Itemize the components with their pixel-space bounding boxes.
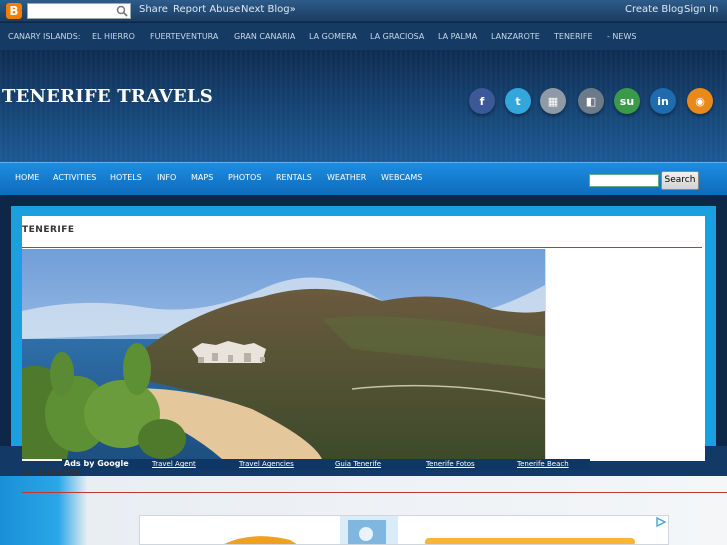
- site-search-input[interactable]: [589, 174, 659, 187]
- island-link-la-palma[interactable]: LA PALMA: [438, 32, 477, 41]
- islands-label: CANARY ISLANDS:: [8, 32, 81, 41]
- nav-maps[interactable]: MAPS: [191, 173, 213, 182]
- banner-ad[interactable]: [139, 515, 669, 545]
- search-icon[interactable]: [116, 5, 128, 17]
- ads-bar: Ads by Google Travel Agent Travel Agenci…: [62, 459, 590, 470]
- ads-by-google-label[interactable]: Ads by Google: [64, 459, 129, 468]
- island-link-fuerteventura[interactable]: FUERTEVENTURA: [150, 32, 218, 41]
- nav-weather[interactable]: WEATHER: [327, 173, 366, 182]
- blogger-logo-icon[interactable]: B: [6, 3, 22, 19]
- ad-link-travel-agent[interactable]: Travel Agent: [152, 460, 196, 468]
- ad-link-travel-agencies[interactable]: Travel Agencies: [239, 460, 294, 468]
- ad-link-tenerife-beach[interactable]: Tenerife Beach: [517, 460, 569, 468]
- title-divider-2: [22, 492, 727, 493]
- next-blog-link[interactable]: Next Blog»: [241, 4, 296, 15]
- main-nav: HOME ACTIVITIES HOTELS INFO MAPS PHOTOS …: [0, 162, 727, 195]
- island-link-gran-canaria[interactable]: GRAN CANARIA: [234, 32, 295, 41]
- island-link-lanzarote[interactable]: LANZAROTE: [491, 32, 540, 41]
- title-divider: [22, 247, 702, 248]
- island-link-la-gomera[interactable]: LA GOMERA: [309, 32, 357, 41]
- nav-activities[interactable]: ACTIVITIES: [53, 173, 96, 182]
- stumbleupon-icon[interactable]: su: [614, 88, 640, 114]
- islands-nav: CANARY ISLANDS: EL HIERRO FUERTEVENTURA …: [0, 23, 727, 50]
- nav-rentals[interactable]: RENTALS: [276, 173, 312, 182]
- island-link-la-graciosa[interactable]: LA GRACIOSA: [370, 32, 424, 41]
- site-title[interactable]: TENERIFE TRAVELS: [2, 86, 213, 107]
- post-title[interactable]: TENERIFE: [22, 225, 75, 235]
- report-abuse-link[interactable]: Report Abuse: [173, 4, 240, 15]
- search-button[interactable]: Search: [661, 171, 699, 190]
- island-link-tenerife[interactable]: TENERIFE: [554, 32, 593, 41]
- blog-search-input[interactable]: [27, 3, 131, 19]
- adchoices-icon[interactable]: [656, 517, 666, 527]
- sidebar-area: [545, 249, 702, 459]
- landscape-image: [22, 249, 545, 459]
- blogger-navbar: B Share Report Abuse Next Blog» Create B…: [0, 0, 727, 22]
- linkedin-icon[interactable]: in: [650, 88, 676, 114]
- facebook-icon[interactable]: f: [469, 88, 495, 114]
- ad-link-tenerife-fotos[interactable]: Tenerife Fotos: [426, 460, 475, 468]
- create-blog-link[interactable]: Create Blog: [625, 4, 684, 15]
- island-link-el-hierro[interactable]: EL HIERRO: [92, 32, 135, 41]
- banner-ad-graphic: [224, 516, 635, 544]
- island-link-news[interactable]: - NEWS: [607, 32, 636, 41]
- nav-photos[interactable]: PHOTOS: [228, 173, 261, 182]
- nav-home[interactable]: HOME: [15, 173, 39, 182]
- delicious-icon[interactable]: ◧: [578, 88, 604, 114]
- nav-webcams[interactable]: WEBCAMS: [381, 173, 422, 182]
- tenerife-photo[interactable]: [22, 249, 545, 459]
- share-link[interactable]: Share: [139, 4, 168, 15]
- ad-link-guia-tenerife[interactable]: Guia Tenerife: [335, 460, 381, 468]
- nav-hotels[interactable]: HOTELS: [110, 173, 142, 182]
- google-bookmarks-icon[interactable]: ▦: [540, 88, 566, 114]
- sign-in-link[interactable]: Sign In: [684, 4, 718, 15]
- rss-icon[interactable]: ◉: [687, 88, 713, 114]
- nav-info[interactable]: INFO: [157, 173, 176, 182]
- post-title-el-hierro[interactable]: EL HIERRO: [22, 469, 80, 479]
- twitter-icon[interactable]: t: [505, 88, 531, 114]
